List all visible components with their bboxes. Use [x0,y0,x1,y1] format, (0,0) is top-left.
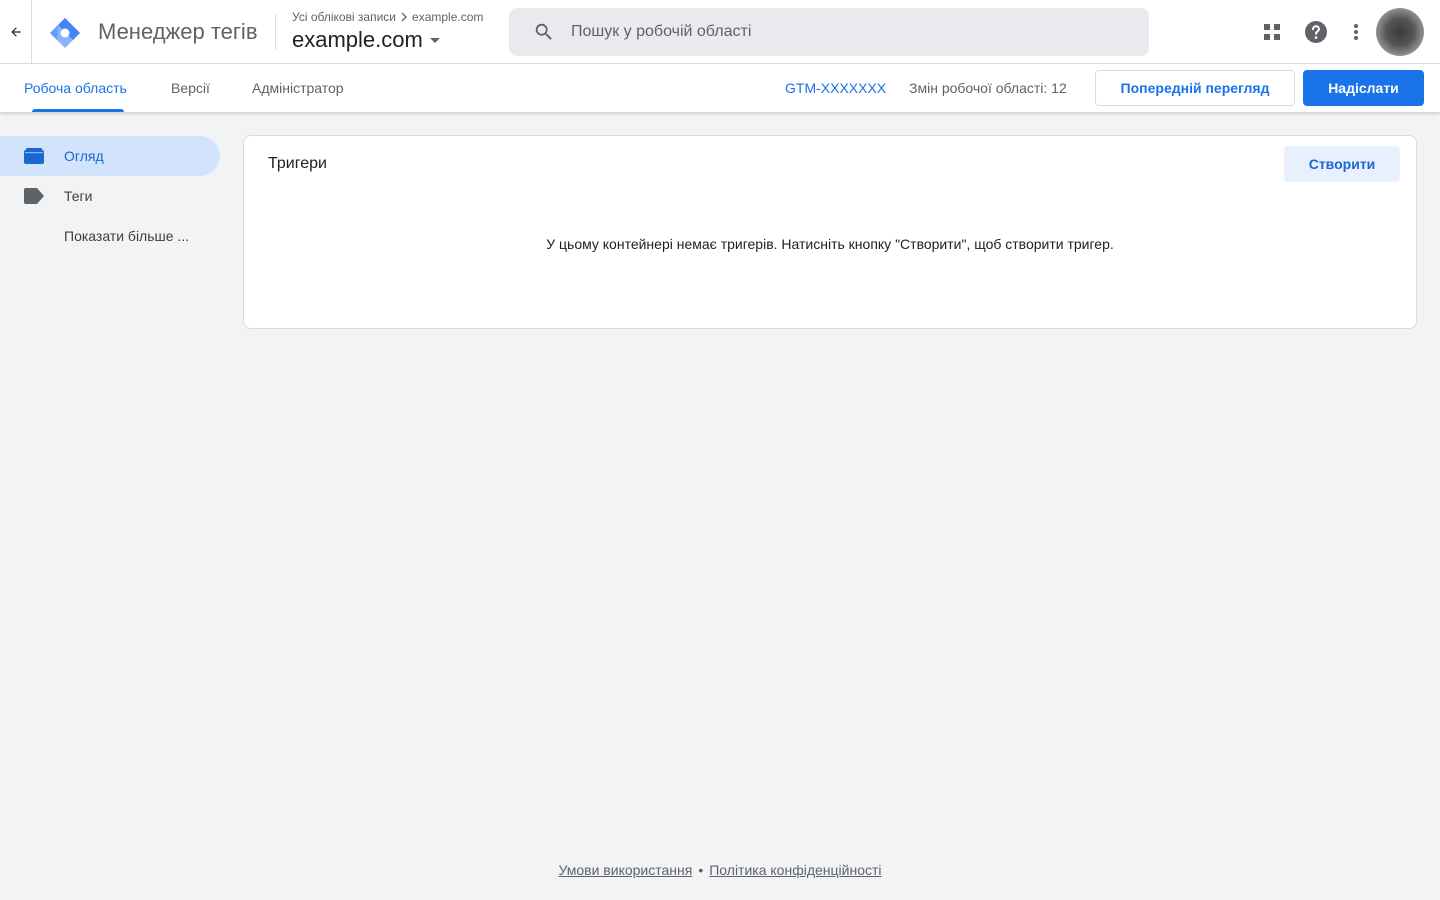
apps-button[interactable] [1260,20,1284,44]
tag-manager-logo-icon [50,18,80,48]
empty-state-message: У цьому контейнері немає тригерів. Натис… [546,236,1114,252]
help-button[interactable] [1304,20,1328,44]
privacy-link[interactable]: Політика конфіденційності [709,862,881,878]
folder-icon [24,148,44,164]
help-icon [1305,21,1327,43]
container-id-link[interactable]: GTM-XXXXXXX [785,64,886,112]
footer-separator: • [698,862,704,878]
apps-grid-icon [1264,24,1280,40]
tab-admin[interactable]: Адміністратор [252,64,344,112]
submit-button[interactable]: Надіслати [1303,70,1424,106]
more-vert-icon [1354,24,1358,40]
tag-icon [24,188,44,204]
workspace-search[interactable] [509,8,1149,56]
workspace-changes-count: Змін робочої області: 12 [909,80,1067,96]
sidebar-item-label: Огляд [64,148,104,164]
product-title: Менеджер тегів [98,19,258,44]
tab-versions[interactable]: Версії [171,64,210,112]
breadcrumb-account[interactable]: example.com [412,10,483,24]
more-options-button[interactable] [1344,20,1368,44]
sidebar-item-label: Теги [64,188,93,204]
chevron-right-icon [401,12,407,22]
container-selector[interactable]: example.com [292,27,441,53]
breadcrumb-all-accounts[interactable]: Усі облікові записи [292,10,396,24]
header-divider [275,14,276,50]
sidebar-item-tags[interactable]: Теги [0,176,220,216]
sidebar-show-more[interactable]: Показати більше ... [0,216,220,256]
search-icon [535,23,552,40]
active-tab-indicator [32,109,124,112]
tab-workspace[interactable]: Робоча область [24,64,127,112]
preview-button[interactable]: Попередній перегляд [1095,70,1295,106]
sidebar-item-overview[interactable]: Огляд [0,136,220,176]
back-button[interactable] [0,0,32,64]
card-title: Тригери [268,155,327,172]
footer: Умови використання • Політика конфіденційн… [0,862,1440,878]
triggers-card: Тригери Створити У цьому контейнері нема… [243,135,1417,329]
dropdown-arrow-icon [429,38,440,43]
account-avatar[interactable] [1376,8,1424,56]
arrow-back-icon [10,27,21,37]
terms-link[interactable]: Умови використання [558,862,692,878]
workspace-nav-bar: Робоча область Версії Адміністратор GTM-… [0,64,1440,112]
sidebar-item-label: Показати більше ... [64,228,190,244]
breadcrumb: Усі облікові записи example.com [292,10,483,24]
search-input[interactable] [571,23,1091,41]
container-name: example.com [292,27,423,52]
top-app-bar: Менеджер тегів Усі облікові записи examp… [0,0,1440,64]
create-trigger-button[interactable]: Створити [1284,146,1400,182]
